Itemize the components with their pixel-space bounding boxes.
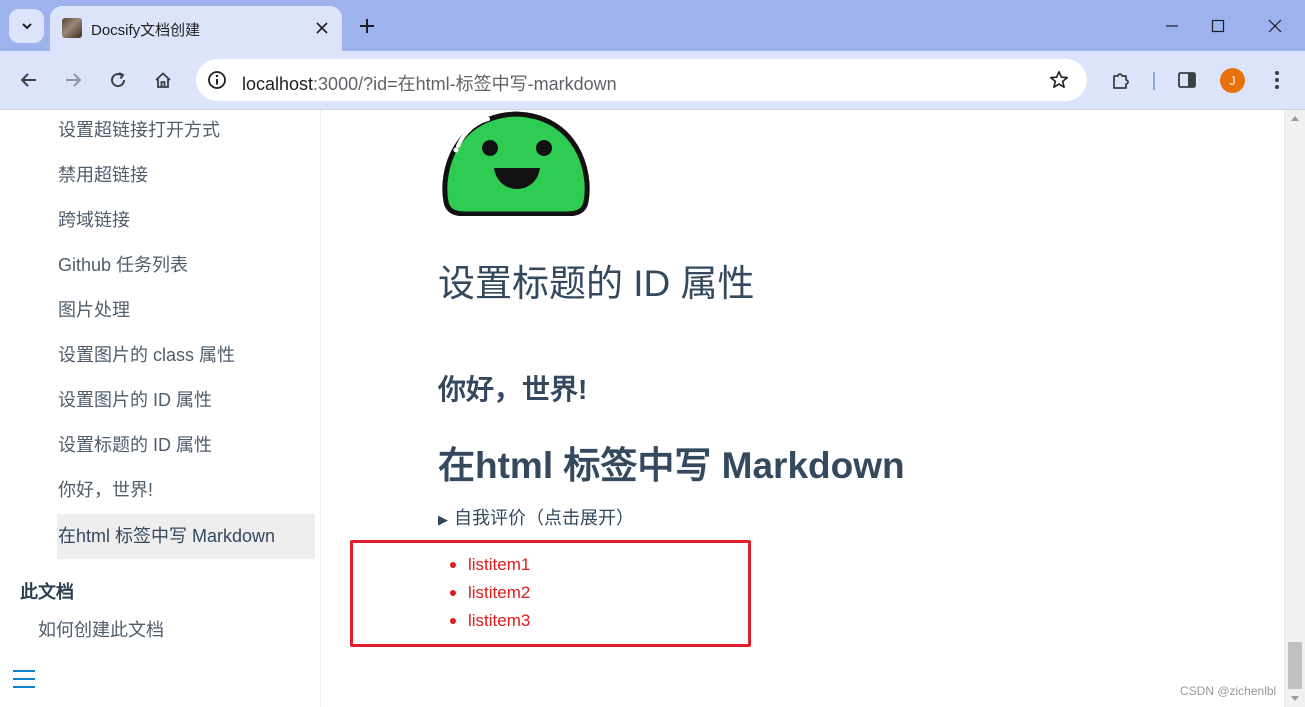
maximize-button[interactable] [1195, 8, 1241, 44]
home-button[interactable] [146, 63, 180, 97]
home-icon [155, 72, 171, 88]
list-item: listitem3 [449, 607, 530, 635]
url-path: :3000/?id=在html-标签中写-markdown [313, 74, 617, 94]
minimize-button[interactable] [1149, 8, 1195, 44]
url-host: localhost [242, 74, 314, 94]
sidebar-section-title: 此文档 [20, 582, 74, 602]
back-button[interactable] [12, 63, 46, 97]
reload-icon [111, 72, 126, 88]
tab-strip: Docsify文档创建 [0, 0, 1305, 51]
sidebar-item-heading-id[interactable]: 设置标题的 ID 属性 [57, 423, 315, 468]
forward-button[interactable] [56, 63, 90, 97]
arrow-left-icon [20, 73, 36, 87]
url-text[interactable]: localhost:3000/?id=在html-标签中写-markdown [242, 70, 617, 96]
sidebar-item-github-task-list[interactable]: Github 任务列表 [57, 243, 315, 288]
hamburger-icon [13, 670, 35, 672]
close-icon [1268, 19, 1282, 33]
scroll-up-arrow-icon[interactable] [1291, 116, 1299, 121]
disclosure-triangle-icon: ▶ [438, 512, 448, 527]
sidebar-item-cross-origin-link[interactable]: 跨域链接 [57, 198, 315, 243]
star-icon [1050, 71, 1068, 88]
tab-favicon [62, 18, 82, 38]
scrollbar-thumb[interactable] [1288, 642, 1302, 689]
sidebar-toggle-button[interactable] [13, 670, 37, 692]
heading-markdown-in-html: 在html 标签中写 Markdown [438, 445, 905, 486]
sidebar-item-disable-link[interactable]: 禁用超链接 [57, 153, 315, 198]
scroll-down-arrow-icon[interactable] [1291, 696, 1299, 701]
window-close-button[interactable] [1252, 8, 1298, 44]
tab-title: Docsify文档创建 [91, 22, 201, 39]
sidebar-item-image-id[interactable]: 设置图片的 ID 属性 [57, 378, 315, 423]
csdn-watermark: CSDN @zichenlbl [1180, 684, 1277, 698]
markdown-content: 设置标题的 ID 属性 你好，世界! 在html 标签中写 Markdown ▶… [322, 110, 1284, 707]
close-icon [316, 22, 328, 34]
chevron-down-icon [21, 23, 32, 30]
heading-id-attribute: 设置标题的 ID 属性 [438, 263, 755, 304]
details-summary[interactable]: ▶ 自我评价（点击展开） [438, 504, 634, 530]
side-panel-button[interactable] [1170, 63, 1204, 97]
toolbar-separator [1153, 72, 1155, 90]
hamburger-icon-bar [13, 678, 35, 680]
sidebar-item-image-handling[interactable]: 图片处理 [57, 288, 315, 333]
item-list: listitem1 listitem2 listitem3 [449, 551, 530, 635]
puzzle-icon [1113, 73, 1129, 89]
kebab-menu-icon [1275, 71, 1279, 89]
info-icon [208, 71, 226, 89]
bookmark-button[interactable] [1047, 68, 1071, 92]
browser-menu-button[interactable] [1260, 63, 1294, 97]
page-scrollbar[interactable] [1284, 110, 1305, 707]
address-bar[interactable]: localhost:3000/?id=在html-标签中写-markdown [196, 59, 1087, 101]
details-summary-label: 自我评价（点击展开） [454, 508, 634, 528]
sidebar-item-hello-world[interactable]: 你好，世界! [57, 468, 315, 513]
minimize-icon [1166, 25, 1178, 27]
new-tab-button[interactable] [352, 12, 382, 40]
site-info-button[interactable] [205, 68, 229, 92]
sidebar-item-markdown-in-html[interactable]: 在html 标签中写 Markdown [57, 514, 315, 559]
tab-close-button[interactable] [310, 16, 334, 40]
tab-search-button[interactable] [9, 9, 44, 43]
side-panel-icon [1178, 72, 1196, 88]
heading-hello-world: 你好，世界! [438, 374, 588, 405]
plus-icon [360, 19, 374, 33]
sidebar-item-image-class[interactable]: 设置图片的 class 属性 [57, 333, 315, 378]
extensions-button[interactable] [1104, 63, 1138, 97]
reload-button[interactable] [101, 63, 135, 97]
annotation-highlight-box [350, 540, 751, 647]
active-tab[interactable]: Docsify文档创建 [50, 6, 342, 51]
profile-avatar[interactable]: J [1220, 68, 1245, 93]
browser-toolbar: localhost:3000/?id=在html-标签中写-markdown J [0, 51, 1305, 110]
sidebar-item-how-to-create[interactable]: 如何创建此文档 [38, 616, 164, 642]
list-item: listitem2 [449, 579, 530, 607]
arrow-right-icon [66, 73, 82, 87]
maximize-icon [1211, 19, 1225, 33]
sidebar-item-link-target[interactable]: 设置超链接打开方式 [57, 110, 315, 153]
docs-sidebar: 设置超链接打开方式 禁用超链接 跨域链接 Github 任务列表 图片处理 设置… [0, 110, 321, 707]
hamburger-icon-bar [13, 686, 35, 688]
green-slime-logo-image [442, 111, 590, 216]
list-item: listitem1 [449, 551, 530, 579]
